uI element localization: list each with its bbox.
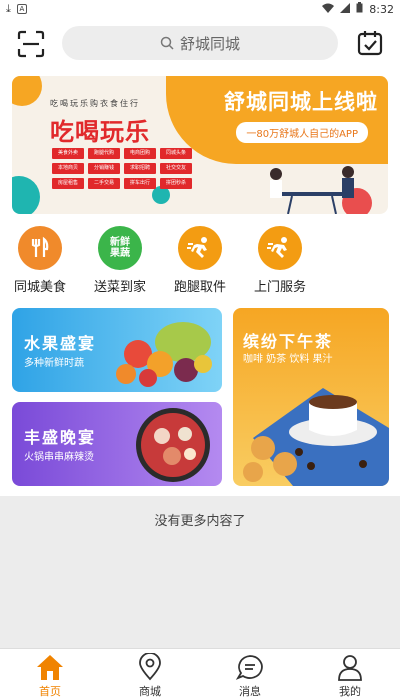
banner-tag: 分销赚钱 bbox=[88, 163, 120, 174]
tab-profile[interactable]: 我的 bbox=[300, 649, 400, 700]
calendar-button[interactable] bbox=[356, 29, 384, 57]
card-subtitle: 火锅串串麻辣烫 bbox=[24, 452, 94, 463]
category-food[interactable]: 同城美食 bbox=[0, 220, 80, 295]
scan-icon bbox=[17, 30, 45, 58]
fresh-produce-icon: 新鲜果蔬 bbox=[98, 226, 142, 270]
category-label: 同城美食 bbox=[13, 280, 66, 295]
promo-banner[interactable]: 舒城同城上线啦 一80万舒城人自己的APP 吃喝玩乐购衣食住行 吃喝玩乐 美食外… bbox=[12, 76, 388, 214]
runner-icon bbox=[178, 226, 222, 270]
category-grocery[interactable]: 新鲜果蔬 送菜到家 bbox=[80, 220, 160, 295]
people-at-table-illustration bbox=[270, 166, 354, 214]
no-more-content-text: 没有更多内容了 bbox=[154, 514, 246, 529]
search-icon bbox=[160, 36, 174, 50]
tab-label: 首页 bbox=[39, 685, 61, 698]
category-label: 送菜到家 bbox=[93, 280, 146, 295]
banner-tag: 本地商贝 bbox=[52, 163, 84, 174]
top-bar: 舒城同城 bbox=[0, 18, 400, 70]
banner-big-text: 吃喝玩乐 bbox=[50, 118, 150, 146]
tab-label: 消息 bbox=[239, 685, 261, 698]
wifi-icon bbox=[322, 3, 335, 16]
card-subtitle: 多种新鲜时蔬 bbox=[24, 358, 84, 369]
dinner-feast-card[interactable]: 丰盛晚宴 火锅串串麻辣烫 bbox=[12, 402, 222, 486]
search-placeholder: 舒城同城 bbox=[179, 34, 240, 53]
card-subtitle: 咖啡 奶茶 饮料 果汁 bbox=[243, 354, 333, 365]
hotpot-illustration bbox=[136, 408, 210, 482]
banner-tag: 求职招聘 bbox=[124, 163, 156, 174]
card-title: 水果盛宴 bbox=[24, 334, 97, 353]
banner-tag: 房屋租售 bbox=[52, 178, 84, 189]
card-title: 丰盛晚宴 bbox=[24, 428, 97, 447]
category-errand[interactable]: 跑腿取件 bbox=[160, 220, 240, 295]
banner-tagline: 一80万舒城人自己的APP bbox=[236, 122, 368, 143]
chat-icon bbox=[235, 655, 263, 680]
category-label: 上门服务 bbox=[253, 280, 306, 295]
banner-small-text: 吃喝玩乐购衣食住行 bbox=[50, 99, 140, 108]
calendar-check-icon bbox=[357, 31, 383, 56]
fruit-feast-card[interactable]: 水果盛宴 多种新鲜时蔬 bbox=[12, 308, 222, 392]
tab-label: 我的 bbox=[339, 685, 361, 698]
home-icon bbox=[37, 655, 63, 680]
banner-tag-grid: 美食外卖 跑腿代购 电商团购 同城头条 本地商贝 分销赚钱 求职招聘 社交交友 … bbox=[52, 148, 192, 189]
category-home-service[interactable]: 上门服务 bbox=[240, 220, 320, 295]
banner-tag: 美食外卖 bbox=[52, 148, 84, 159]
runner-icon bbox=[258, 226, 302, 270]
banner-tag: 拼车出行 bbox=[124, 178, 156, 189]
banner-tag: 同城头条 bbox=[160, 148, 192, 159]
fork-knife-icon bbox=[18, 226, 62, 270]
scan-button[interactable] bbox=[17, 30, 45, 58]
tab-label: 商城 bbox=[139, 685, 161, 698]
afternoon-tea-card[interactable]: 缤纷下午茶 咖啡 奶茶 饮料 果汁 bbox=[233, 308, 389, 486]
banner-tag: 社交交友 bbox=[160, 163, 192, 174]
banner-headline: 舒城同城上线啦 bbox=[224, 90, 378, 114]
tab-mall[interactable]: 商城 bbox=[100, 649, 200, 700]
map-pin-icon bbox=[139, 653, 161, 681]
fresh-produce-icon-text: 新鲜果蔬 bbox=[110, 237, 130, 259]
user-icon bbox=[338, 655, 362, 681]
banner-tag: 跑腿代购 bbox=[88, 148, 120, 159]
download-icon: ⤓ bbox=[6, 2, 11, 15]
coffee-illustration bbox=[243, 388, 389, 486]
banner-tag: 二手交易 bbox=[88, 178, 120, 189]
signal-icon bbox=[340, 2, 351, 16]
banner-tag: 拼团秒杀 bbox=[160, 178, 192, 189]
status-time: 8:32 bbox=[369, 2, 394, 16]
banner-tag: 电商团购 bbox=[124, 148, 156, 159]
category-label: 跑腿取件 bbox=[173, 280, 226, 295]
category-row: 同城美食 新鲜果蔬 送菜到家 跑腿取件 上门服务 bbox=[0, 220, 400, 296]
notification-icon: A bbox=[16, 4, 27, 14]
battery-icon bbox=[356, 2, 363, 16]
card-title: 缤纷下午茶 bbox=[243, 332, 334, 351]
fruit-illustration bbox=[116, 322, 212, 387]
tab-home[interactable]: 首页 bbox=[0, 649, 100, 700]
bottom-tab-bar: 首页 商城 消息 我的 bbox=[0, 648, 400, 700]
search-bar[interactable]: 舒城同城 bbox=[62, 26, 338, 60]
status-bar: ⤓ A 8:32 bbox=[0, 0, 400, 18]
tab-messages[interactable]: 消息 bbox=[200, 649, 300, 700]
